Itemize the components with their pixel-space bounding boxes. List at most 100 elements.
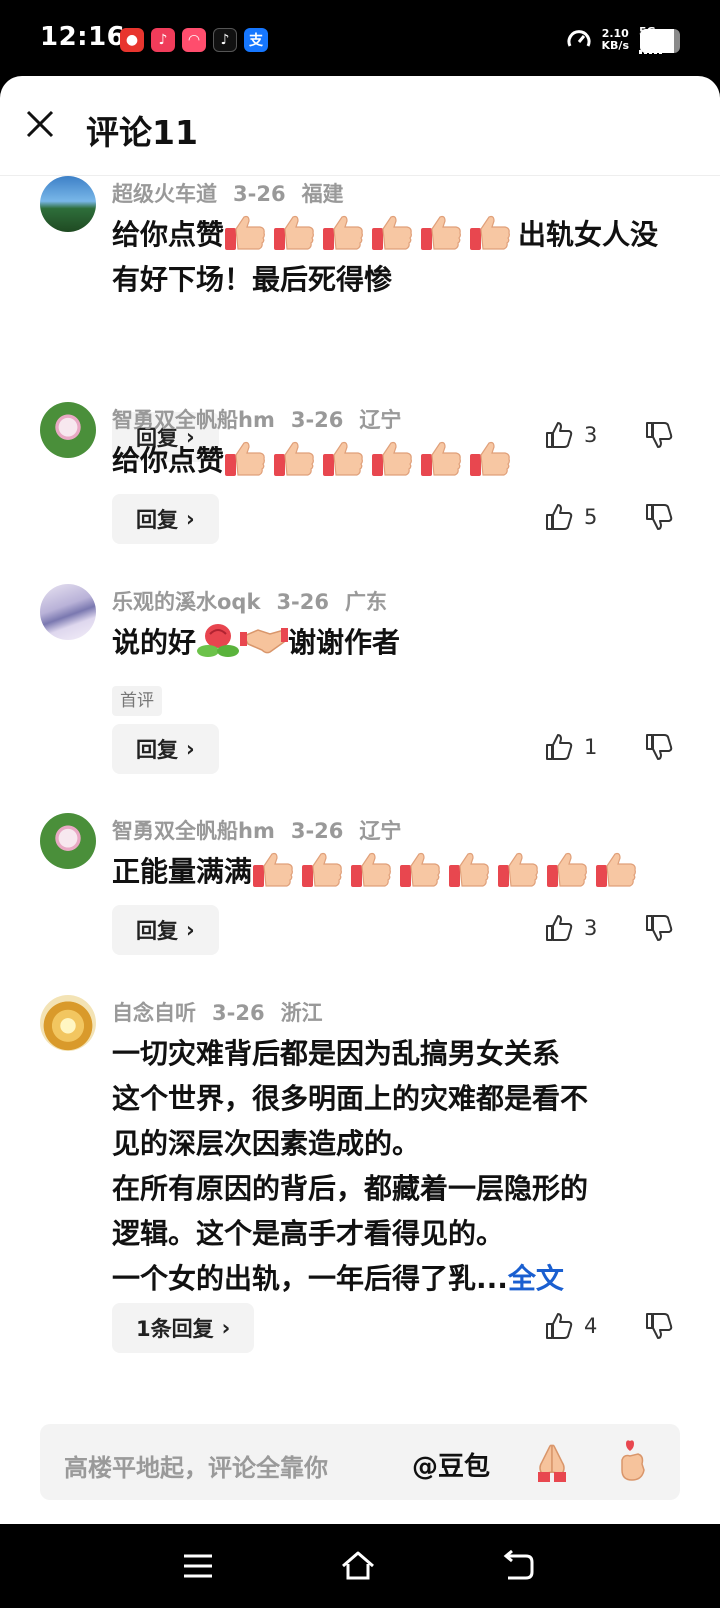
- username[interactable]: 乐观的溪水oqk: [112, 590, 260, 614]
- thumbs-up-emoji-row: [252, 852, 644, 888]
- douyin-lite-icon: ♪: [151, 28, 175, 52]
- comment-location: 辽宁: [359, 819, 402, 843]
- comment-meta: 超级火车道 3-26 福建: [112, 178, 360, 208]
- handshake-emoji-icon: [240, 628, 289, 654]
- comment-date: 3-26: [290, 819, 344, 843]
- avatar[interactable]: [40, 813, 96, 869]
- avatar[interactable]: [40, 584, 96, 640]
- thumbs-up-emoji-icon: [470, 441, 510, 476]
- thumbs-up-emoji-icon: [400, 852, 440, 887]
- username[interactable]: 超级火车道: [112, 182, 217, 206]
- username[interactable]: 智勇双全帆船hm: [112, 408, 275, 432]
- thumbs-up-icon: [546, 734, 573, 760]
- avatar[interactable]: [40, 995, 96, 1051]
- thumbs-up-emoji-icon: [323, 215, 363, 250]
- thumbs-up-emoji-icon: [274, 215, 314, 250]
- battery-icon: [640, 29, 680, 53]
- system-nav-bar: [0, 1524, 720, 1608]
- comment-meta: 自念自听 3-26 浙江: [112, 997, 339, 1027]
- close-icon[interactable]: [22, 106, 58, 142]
- rose-emoji-icon: [197, 624, 240, 657]
- comment-text: 说的好 谢谢作者: [112, 620, 672, 665]
- comment-meta: 乐观的溪水oqk 3-26 广东: [112, 586, 403, 616]
- reply-button[interactable]: 回复 ›: [112, 905, 219, 955]
- like-button[interactable]: 5: [544, 502, 597, 532]
- thumbs-up-emoji-icon: [274, 441, 314, 476]
- thumbs-up-emoji-icon: [225, 441, 265, 476]
- thumbs-up-emoji-icon: [421, 215, 461, 250]
- chevron-right-icon: ›: [221, 1316, 231, 1340]
- chevron-right-icon: ›: [186, 918, 195, 942]
- chevron-right-icon: ›: [186, 737, 195, 761]
- thumbs-up-emoji-row: [224, 441, 518, 477]
- thumbs-up-emoji-icon: [372, 215, 412, 250]
- first-comment-badge: 首评: [112, 686, 162, 716]
- speed-gauge-icon: [567, 30, 590, 47]
- thumbs-up-emoji-icon: [225, 215, 265, 250]
- like-button[interactable]: 3: [544, 913, 597, 943]
- thumbs-down-icon[interactable]: [644, 732, 674, 762]
- expand-full-text-link[interactable]: 全文: [508, 1262, 564, 1295]
- thumbs-up-emoji-icon: [470, 215, 510, 250]
- mention-button[interactable]: @豆包: [412, 1446, 490, 1483]
- avatar[interactable]: [40, 402, 96, 458]
- home-icon[interactable]: [340, 1548, 376, 1584]
- menu-icon[interactable]: [180, 1548, 216, 1584]
- reply-button[interactable]: 回复 ›: [112, 494, 219, 544]
- comment-meta: 智勇双全帆船hm 3-26 辽宁: [112, 404, 417, 434]
- thumbs-up-emoji-icon: [372, 441, 412, 476]
- thumbs-up-icon: [546, 504, 573, 530]
- finger-heart-emoji-icon[interactable]: [612, 1438, 656, 1486]
- network-speed: 2.10 KB/s: [601, 27, 629, 52]
- thumbs-up-emoji-icon: [498, 852, 538, 887]
- comment-meta: 智勇双全帆船hm 3-26 辽宁: [112, 815, 417, 845]
- comment-date: 3-26: [212, 1001, 265, 1025]
- status-time: 12:16: [40, 22, 126, 52]
- back-icon[interactable]: [500, 1548, 536, 1584]
- thumbs-down-icon[interactable]: [644, 502, 674, 532]
- thumbs-up-emoji-icon: [421, 441, 461, 476]
- like-button[interactable]: 4: [544, 1311, 597, 1341]
- praying-hands-emoji-icon[interactable]: [530, 1442, 574, 1484]
- thumbs-up-emoji-icon: [547, 852, 587, 887]
- comments-header: 评论11: [0, 76, 720, 176]
- douyin-icon: ♪: [213, 28, 237, 52]
- username[interactable]: 智勇双全帆船hm: [112, 819, 275, 843]
- avatar[interactable]: [40, 176, 96, 232]
- comment-location: 辽宁: [359, 408, 402, 432]
- comment-input-placeholder: 高楼平地起，评论全靠你: [64, 1454, 328, 1482]
- comment-text: 一切灾难背后都是因为乱搞男女关系 这个世界，很多明面上的灾难都是看不 见的深层次…: [112, 1037, 589, 1295]
- comment-text: 正能量满满: [112, 849, 712, 894]
- comment-input[interactable]: 高楼平地起，评论全靠你 @豆包: [40, 1424, 680, 1500]
- comment-text: 给你点赞 出轨女人没有好下场！最后死得惨: [112, 212, 672, 302]
- chevron-right-icon: ›: [186, 507, 195, 531]
- thumbs-up-icon: [546, 915, 573, 941]
- comment-text: 给你点赞: [112, 438, 672, 483]
- thumbs-up-emoji-icon: [323, 441, 363, 476]
- like-count: 3: [584, 916, 598, 940]
- thumbs-up-emoji-row: [224, 215, 518, 251]
- comment-location: 广东: [345, 590, 387, 614]
- thumbs-up-emoji-icon: [351, 852, 391, 887]
- thumbs-up-emoji-icon: [596, 852, 636, 887]
- username[interactable]: 自念自听: [112, 1001, 196, 1025]
- comment-location: 浙江: [280, 1001, 323, 1025]
- like-count: 1: [584, 735, 598, 759]
- reply-button[interactable]: 回复 ›: [112, 724, 219, 774]
- notification-icons: ● ♪ ◠ ♪ 支: [120, 28, 268, 52]
- app-icon-pink: ◠: [182, 28, 206, 52]
- like-count: 5: [584, 505, 598, 529]
- thumbs-up-emoji-icon: [449, 852, 489, 887]
- status-bar: 12:16 ● ♪ ◠ ♪ 支 2.10 KB/s 5G: [0, 0, 720, 80]
- thumbs-down-icon[interactable]: [644, 913, 674, 943]
- thumbs-down-icon[interactable]: [644, 1311, 674, 1341]
- page-title: 评论11: [86, 113, 198, 152]
- view-replies-button[interactable]: 1条回复 ›: [112, 1303, 255, 1353]
- comment-date: 3-26: [276, 590, 329, 614]
- comment-date: 3-26: [290, 408, 344, 432]
- app-icon-red: ●: [120, 28, 144, 52]
- like-button[interactable]: 1: [544, 732, 597, 762]
- thumbs-up-icon: [546, 1313, 573, 1339]
- comment-location: 福建: [301, 182, 344, 206]
- alipay-icon: 支: [244, 28, 268, 52]
